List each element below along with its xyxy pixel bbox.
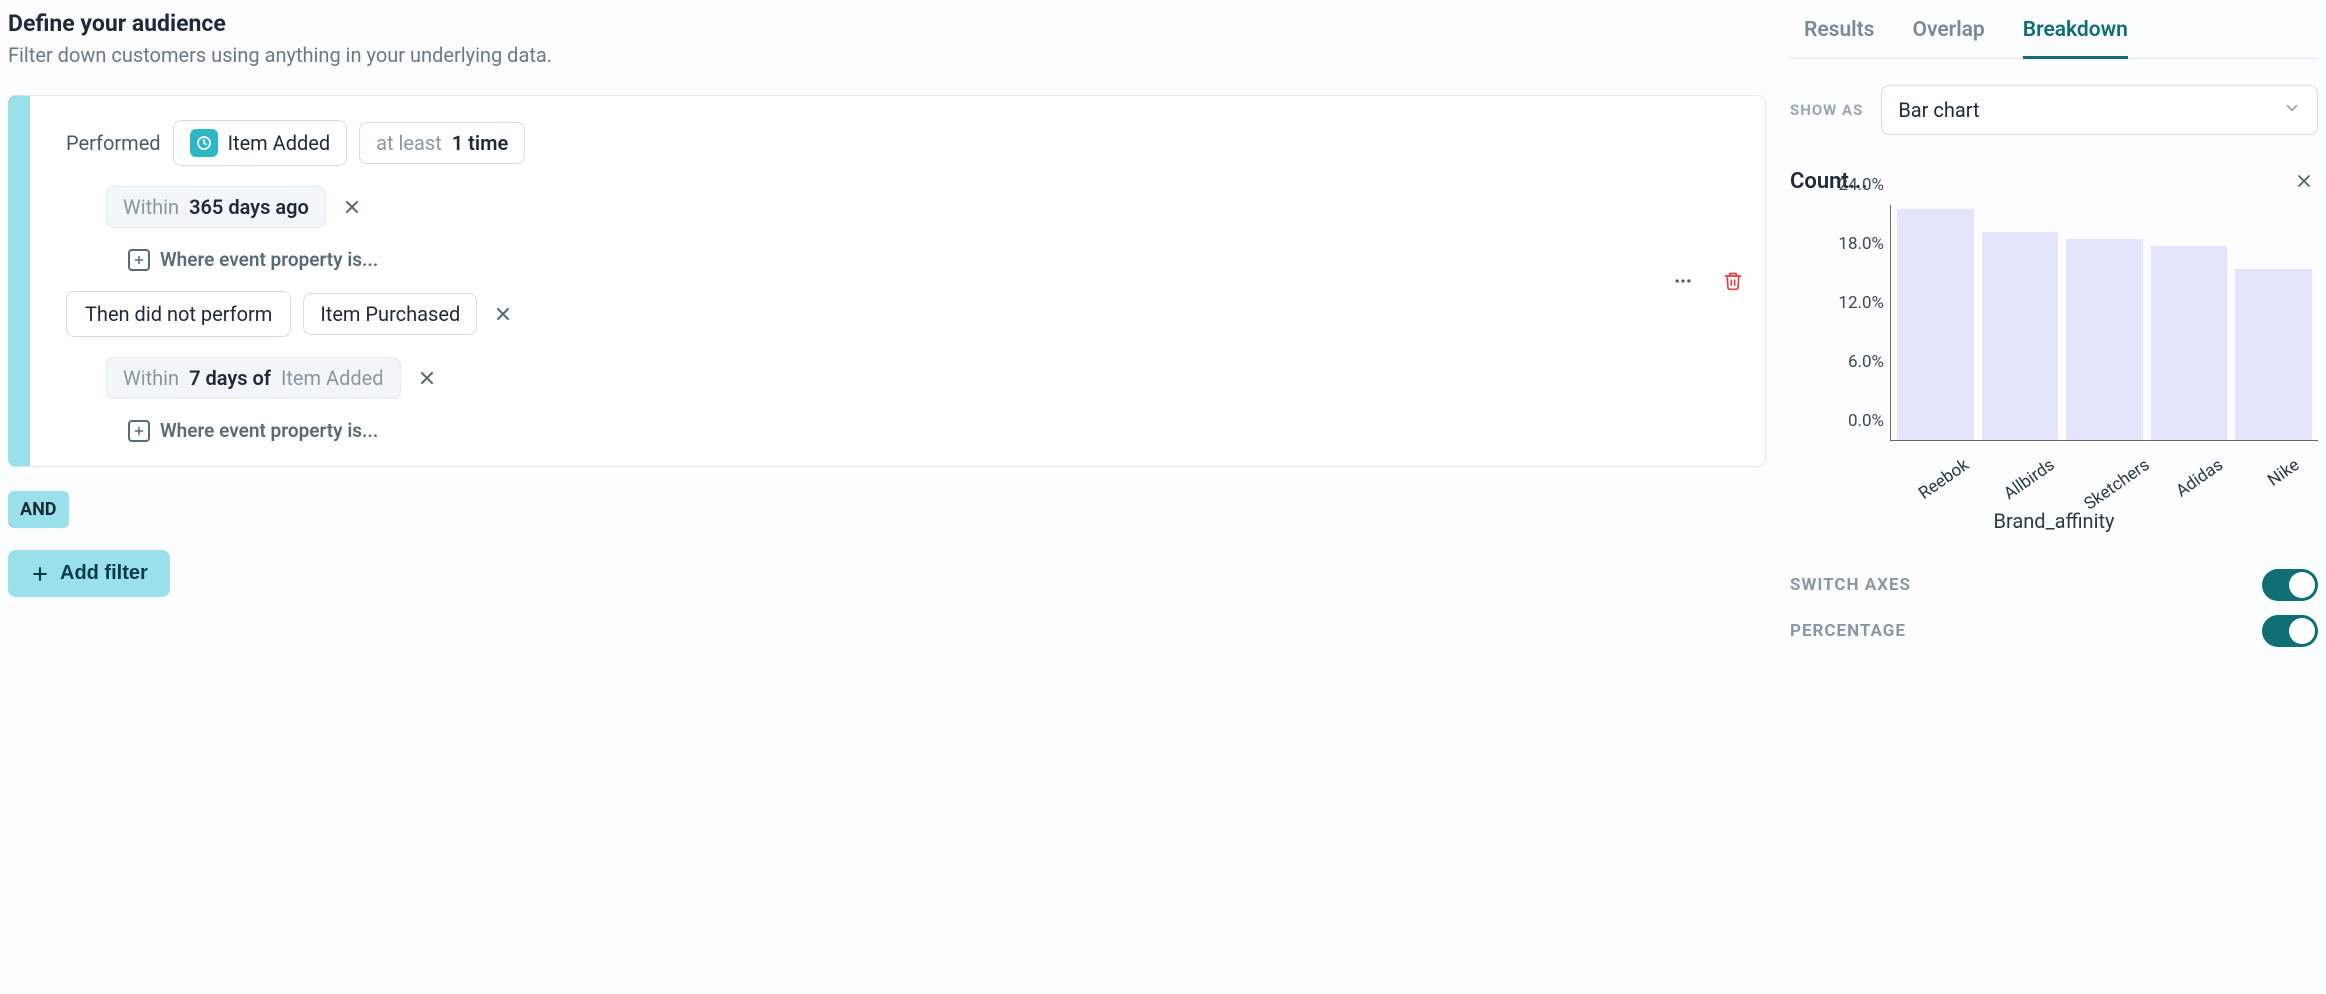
x-tick-label: Sketchers <box>2080 455 2153 514</box>
audience-filter-card: Performed Item Added at least 1 time Wit… <box>8 95 1766 467</box>
funnel-ref: Item Added <box>281 366 384 390</box>
y-tick-label: 18.0% <box>1790 234 1884 254</box>
show-as-label: SHOW AS <box>1790 101 1863 119</box>
y-tick-label: 6.0% <box>1790 352 1884 372</box>
breakdown-tabs: Results Overlap Breakdown <box>1790 10 2318 59</box>
breakdown-bar-chart: 0.0%6.0%12.0%18.0%24.0% ReebokAllbirdsSk… <box>1790 205 2318 495</box>
chart-bar[interactable] <box>2066 239 2143 440</box>
y-tick-label: 0.0% <box>1790 411 1884 431</box>
frequency-prefix: at least <box>376 131 442 155</box>
x-tick-label: Nike <box>2264 455 2303 491</box>
tab-breakdown[interactable]: Breakdown <box>2023 10 2128 58</box>
tab-results[interactable]: Results <box>1804 10 1874 58</box>
more-actions-button[interactable] <box>1669 267 1697 295</box>
add-filter-button[interactable]: Add filter <box>8 550 170 597</box>
delete-filter-button[interactable] <box>1719 267 1747 295</box>
remove-funnel-step-button[interactable] <box>489 300 517 328</box>
funnel-window-pill[interactable]: Within 7 days of Item Added <box>106 357 401 399</box>
percentage-toggle[interactable] <box>2262 615 2318 647</box>
remove-funnel-window-button[interactable] <box>413 364 441 392</box>
then-label: Then did not perform <box>85 302 272 326</box>
add-event-property-button-1[interactable]: Where event property is... <box>128 248 378 271</box>
remove-time-window-button[interactable] <box>338 193 366 221</box>
chart-bar[interactable] <box>1982 232 2059 440</box>
frequency-value: 1 time <box>452 131 508 155</box>
x-tick-label: Adidas <box>2173 455 2227 501</box>
add-prop-label: Where event property is... <box>160 248 378 271</box>
event-pill-item-purchased[interactable]: Item Purchased <box>303 293 477 335</box>
chart-bar[interactable] <box>1897 209 1974 440</box>
close-chart-button[interactable] <box>2290 167 2318 195</box>
performed-label: Performed <box>66 131 161 155</box>
event-name: Item Added <box>228 131 331 155</box>
time-value: 365 days ago <box>189 195 309 219</box>
chevron-down-icon <box>2283 98 2301 122</box>
add-event-property-button-2[interactable]: Where event property is... <box>128 419 378 442</box>
chart-bar[interactable] <box>2235 269 2312 440</box>
page-subtitle: Filter down customers using anything in … <box>8 43 1766 67</box>
page-title: Define your audience <box>8 10 1766 37</box>
tab-overlap[interactable]: Overlap <box>1912 10 1984 58</box>
frequency-pill[interactable]: at least 1 time <box>359 122 525 164</box>
switch-axes-label: SWITCH AXES <box>1790 575 1911 595</box>
funnel-prefix: Within <box>123 366 179 390</box>
plus-box-icon <box>128 420 150 442</box>
time-window-pill[interactable]: Within 365 days ago <box>106 186 326 228</box>
event-pill-item-added[interactable]: Item Added <box>173 120 348 166</box>
percentage-label: PERCENTAGE <box>1790 621 1906 641</box>
then-did-not-perform-pill[interactable]: Then did not perform <box>66 291 291 337</box>
event-name-2: Item Purchased <box>320 302 460 326</box>
switch-axes-toggle[interactable] <box>2262 569 2318 601</box>
funnel-value: 7 days of <box>189 366 271 390</box>
x-tick-label: Reebok <box>1915 455 1973 504</box>
add-prop-label-2: Where event property is... <box>160 419 378 442</box>
and-operator-chip[interactable]: AND <box>8 491 69 528</box>
clock-icon <box>190 129 218 157</box>
plus-box-icon <box>128 249 150 271</box>
x-axis-title: Brand_affinity <box>1790 509 2318 533</box>
plus-icon <box>30 564 50 584</box>
show-as-select[interactable]: Bar chart <box>1881 85 2318 135</box>
time-prefix: Within <box>123 195 179 219</box>
show-as-value: Bar chart <box>1898 98 1979 122</box>
add-filter-label: Add filter <box>60 562 148 585</box>
x-tick-label: Allbirds <box>2000 455 2058 504</box>
y-tick-label: 24.0% <box>1790 175 1884 195</box>
chart-bar[interactable] <box>2151 246 2228 440</box>
y-tick-label: 12.0% <box>1790 293 1884 313</box>
